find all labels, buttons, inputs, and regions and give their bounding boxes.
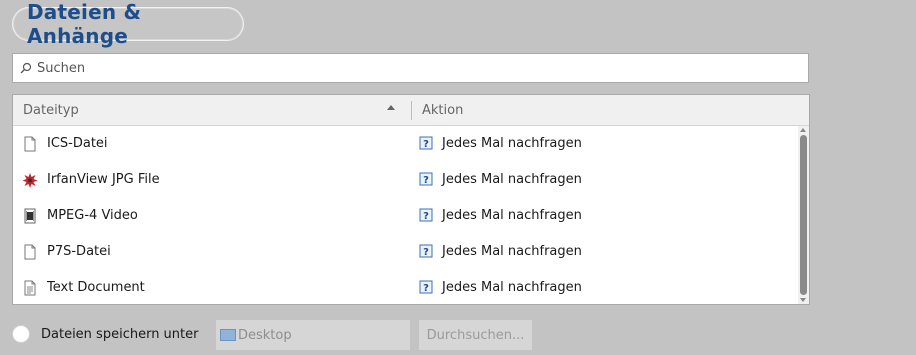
file-type-label: IrfanView JPG File bbox=[47, 172, 160, 187]
table-row[interactable]: IrfanView JPG File ? Jedes Mal nachfrage… bbox=[13, 162, 799, 198]
column-header-type[interactable]: Dateityp bbox=[23, 103, 79, 118]
table-row[interactable]: Text Document ? Jedes Mal nachfragen bbox=[13, 270, 799, 304]
svg-text:?: ? bbox=[423, 283, 429, 294]
column-divider[interactable] bbox=[411, 101, 412, 120]
table-row[interactable]: P7S-Datei ? Jedes Mal nachfragen bbox=[13, 234, 799, 270]
search-icon bbox=[19, 61, 33, 75]
browse-button[interactable]: Durchsuchen... bbox=[419, 320, 532, 350]
svg-text:?: ? bbox=[423, 211, 429, 222]
blank-file-icon bbox=[22, 244, 38, 260]
search-input[interactable] bbox=[37, 60, 737, 76]
table-row[interactable]: MPEG-4 Video ? Jedes Mal nachfragen bbox=[13, 198, 799, 234]
ask-action-icon: ? bbox=[419, 280, 433, 294]
vertical-scrollbar[interactable] bbox=[798, 126, 809, 304]
search-box[interactable] bbox=[12, 53, 809, 83]
ask-action-icon: ? bbox=[419, 172, 433, 186]
save-files-label: Dateien speichern unter bbox=[41, 327, 199, 342]
action-label[interactable]: Jedes Mal nachfragen bbox=[442, 172, 582, 187]
download-path-text: Desktop bbox=[238, 327, 292, 343]
table-body: ICS-Datei ? Jedes Mal nachfragen IrfanVi… bbox=[13, 126, 799, 304]
blank-file-icon bbox=[22, 136, 38, 152]
table-row[interactable]: ICS-Datei ? Jedes Mal nachfragen bbox=[13, 126, 799, 162]
file-type-label: Text Document bbox=[47, 280, 145, 295]
table-header: Dateityp Aktion bbox=[13, 95, 809, 126]
folder-icon bbox=[220, 329, 236, 341]
save-files-radio[interactable] bbox=[12, 325, 30, 343]
ask-action-icon: ? bbox=[419, 244, 433, 258]
browse-button-label: Durchsuchen... bbox=[426, 327, 525, 343]
section-title-text: Dateien & Anhänge bbox=[27, 0, 142, 48]
download-path-field: Desktop bbox=[216, 320, 410, 350]
scroll-down-arrow-icon[interactable] bbox=[800, 298, 806, 302]
scrollbar-thumb[interactable] bbox=[800, 135, 807, 295]
irfanview-icon bbox=[22, 172, 38, 188]
scroll-up-arrow-icon[interactable] bbox=[800, 128, 806, 132]
action-label[interactable]: Jedes Mal nachfragen bbox=[442, 208, 582, 223]
file-type-label: P7S-Datei bbox=[47, 244, 111, 259]
sort-ascending-icon bbox=[387, 105, 395, 110]
svg-text:?: ? bbox=[423, 139, 429, 150]
file-types-table: Dateityp Aktion ICS-Datei ? Jedes Mal na… bbox=[12, 94, 810, 305]
video-file-icon bbox=[22, 208, 38, 224]
ask-action-icon: ? bbox=[419, 208, 433, 222]
section-title: Dateien & Anhänge bbox=[12, 0, 244, 48]
action-label[interactable]: Jedes Mal nachfragen bbox=[442, 280, 582, 295]
action-label[interactable]: Jedes Mal nachfragen bbox=[442, 136, 582, 151]
file-type-label: ICS-Datei bbox=[47, 136, 108, 151]
action-label[interactable]: Jedes Mal nachfragen bbox=[442, 244, 582, 259]
column-header-action[interactable]: Aktion bbox=[422, 103, 463, 118]
svg-text:?: ? bbox=[423, 247, 429, 258]
file-type-label: MPEG-4 Video bbox=[47, 208, 138, 223]
svg-text:?: ? bbox=[423, 175, 429, 186]
text-file-icon bbox=[22, 280, 38, 296]
ask-action-icon: ? bbox=[419, 136, 433, 150]
